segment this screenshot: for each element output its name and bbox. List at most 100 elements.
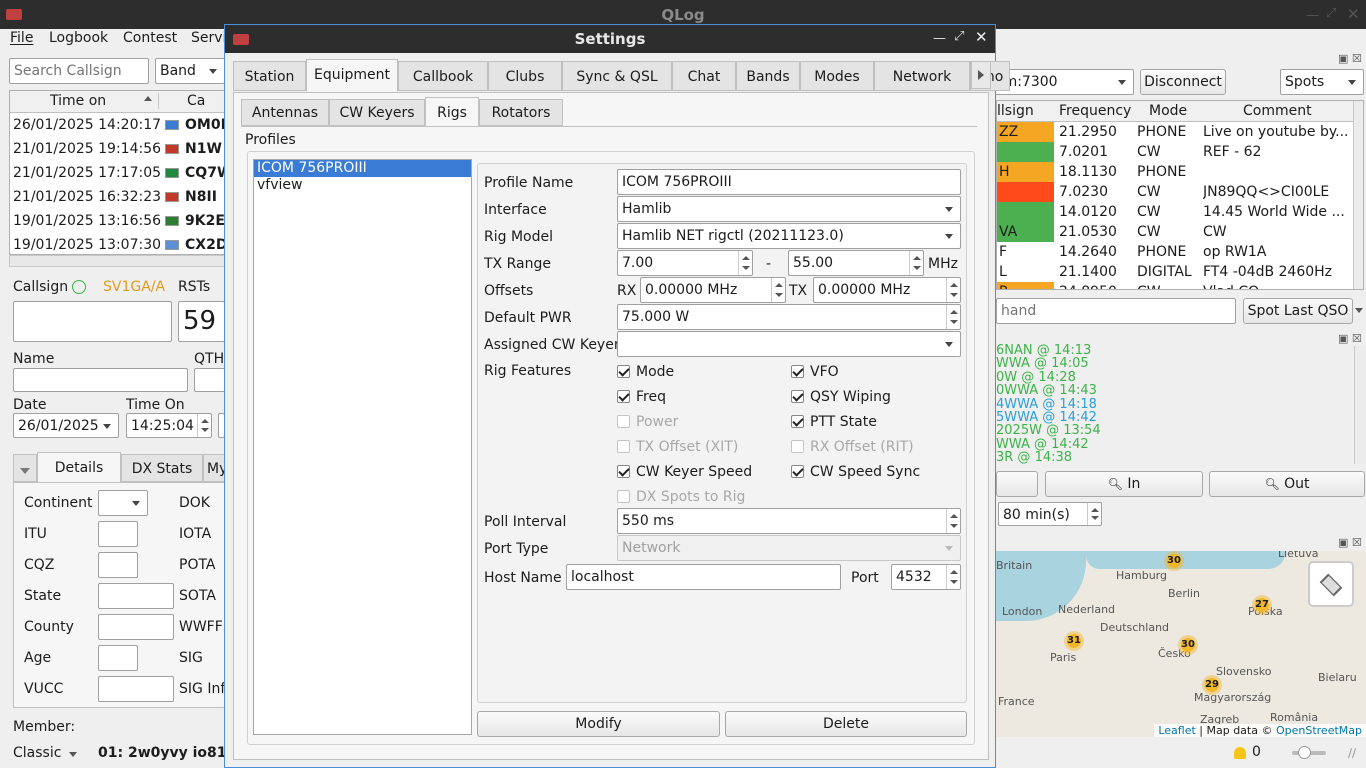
subtab-antennas[interactable]: Antennas	[241, 99, 329, 126]
spot-row[interactable]: VA 21.0530 CW CW	[997, 222, 1353, 242]
menu-contest[interactable]: Contest	[123, 30, 177, 46]
profile-item[interactable]: vfview	[254, 177, 471, 194]
detail-input-vucc[interactable]	[98, 676, 174, 702]
globe-icon[interactable]	[72, 280, 86, 294]
port-arrows[interactable]	[946, 565, 960, 589]
tab-station[interactable]: Station	[233, 61, 306, 91]
feature-qsy-wiping[interactable]: QSY Wiping	[791, 388, 891, 406]
search-input[interactable]	[9, 58, 149, 84]
feature-cw-speed-sync[interactable]: CW Speed Sync	[791, 463, 920, 481]
header-comment[interactable]: Comment	[1243, 103, 1312, 119]
feature-vfo[interactable]: VFO	[791, 363, 839, 381]
feature-freq[interactable]: Freq	[617, 388, 666, 406]
spot-cluster-marker[interactable]: 30	[1178, 635, 1198, 655]
header-mode[interactable]: Mode	[1149, 103, 1187, 119]
date-input[interactable]: 26/01/2025	[13, 413, 119, 438]
header-spot-callsign[interactable]: llsign	[997, 103, 1034, 119]
tab-my[interactable]: My	[203, 454, 225, 482]
log-hscrollbar[interactable]	[9, 255, 225, 267]
continent-select[interactable]	[98, 490, 148, 516]
header-callsign[interactable]: Ca	[158, 93, 205, 109]
tab-callbook[interactable]: Callbook	[398, 61, 488, 91]
spot-cluster-marker[interactable]: 27	[1252, 595, 1272, 615]
detail-input-county[interactable]	[98, 614, 174, 640]
spot-last-qso-button[interactable]: Spot Last QSO	[1243, 298, 1353, 324]
map-view[interactable]: LietuvaBritainHamburgBerlinNederlandPols…	[996, 551, 1366, 737]
dialog-minimize-icon[interactable]: —	[933, 31, 946, 46]
table-row[interactable]: 21/01/2025 19:14:56 N1W	[10, 137, 222, 161]
subtab-rotators[interactable]: Rotators	[479, 99, 563, 126]
table-row[interactable]: 21/01/2025 16:32:23 N8II	[10, 185, 217, 209]
tab-network[interactable]: Network	[874, 61, 970, 91]
tab-chat[interactable]: Chat	[672, 61, 736, 91]
tab-bands[interactable]: Bands	[736, 61, 800, 91]
resize-grip-icon[interactable]: ∕∕	[1348, 746, 1356, 760]
spot-row[interactable]: H 18.1130 PHONE	[997, 162, 1353, 182]
band-select[interactable]: Band	[155, 58, 225, 84]
rx-offset-arrows[interactable]	[771, 278, 785, 302]
menu-logbook[interactable]: Logbook	[49, 30, 108, 46]
spot-row[interactable]: 14.0120 CW 14.45 World Wide ...	[997, 202, 1353, 222]
menu-file[interactable]: File	[10, 30, 33, 46]
time-on-input[interactable]: 14:25:04	[126, 413, 212, 438]
header-time-on[interactable]: Time on	[50, 93, 106, 109]
panel-float-close-icon[interactable]: ▣ ☒	[1338, 52, 1362, 65]
modify-button[interactable]: Modify	[477, 711, 720, 737]
tab-sync-qsl[interactable]: Sync & QSL	[562, 61, 672, 91]
interval-spin-arrows[interactable]	[1087, 503, 1101, 525]
header-frequency[interactable]: Frequency	[1059, 103, 1131, 119]
cw-keyer-select[interactable]	[617, 331, 961, 357]
profile-item[interactable]: ICOM 756PROIII	[254, 160, 471, 177]
member-chevron-icon[interactable]	[69, 752, 77, 757]
poll-interval-arrows[interactable]	[946, 509, 960, 533]
zoom-out-button[interactable]: 🔍︎ Out	[1209, 471, 1365, 497]
profile-name-input[interactable]: ICOM 756PROIII	[617, 169, 961, 195]
tab-details[interactable]: Details	[37, 452, 121, 483]
map-panel-float-close-icon[interactable]: ▣ ☒	[1338, 536, 1362, 549]
detail-input-age[interactable]	[98, 645, 138, 671]
name-input[interactable]	[13, 368, 188, 392]
maximize-icon[interactable]: ⤢	[1326, 6, 1336, 21]
detail-input-cqz[interactable]	[98, 552, 138, 578]
host-name-input[interactable]: localhost	[566, 564, 841, 590]
disconnect-button[interactable]: Disconnect	[1140, 69, 1226, 95]
spot-action-button[interactable]	[996, 471, 1038, 497]
spot-row[interactable]: P 24.8950 CW Vlad CQ	[997, 282, 1353, 289]
qth-input[interactable]	[194, 368, 225, 392]
spot-cluster-marker[interactable]: 31	[1064, 631, 1084, 651]
tx-offset-input[interactable]: 0.00000 MHz	[813, 277, 961, 303]
spot-row[interactable]: ZZ 21.2950 PHONE Live on youtube by...	[997, 122, 1353, 142]
time-spin-arrows[interactable]	[197, 414, 211, 437]
table-row[interactable]: 21/01/2025 17:17:05 CQ7W	[10, 161, 224, 185]
tx-from-arrows[interactable]	[738, 251, 752, 275]
spot-cluster-marker[interactable]: 30	[1164, 551, 1184, 571]
spots-vscrollbar[interactable]	[1353, 101, 1363, 289]
feature-ptt-state[interactable]: PTT State	[791, 413, 877, 431]
spots-select[interactable]: Spots	[1280, 69, 1364, 95]
menu-service[interactable]: Servi	[191, 30, 226, 46]
default-pwr-input[interactable]: 75.000 W	[617, 304, 961, 330]
spot-row[interactable]: L 21.1400 DIGITAL FT4 -04dB 2460Hz	[997, 262, 1353, 282]
interval-spinbox[interactable]: 80 min(s)	[998, 502, 1102, 526]
table-row[interactable]: 19/01/2025 13:16:56 9K2ES	[10, 209, 224, 233]
subtab-rigs[interactable]: Rigs	[425, 97, 479, 127]
table-row[interactable]: 26/01/2025 14:20:17 OM0E	[10, 113, 224, 137]
rx-offset-input[interactable]: 0.00000 MHz	[640, 277, 786, 303]
tx-offset-arrows[interactable]	[946, 278, 960, 302]
minimize-icon[interactable]: —	[1306, 8, 1319, 23]
rst-sent-input[interactable]: 59	[178, 301, 225, 342]
osm-link[interactable]: OpenStreetMap	[1276, 724, 1362, 737]
feature-cw-keyer-speed[interactable]: CW Keyer Speed	[617, 463, 752, 481]
tab-dx-stats[interactable]: DX Stats	[121, 454, 203, 482]
zoom-in-button[interactable]: 🔍︎ In	[1045, 471, 1203, 497]
callsign-input[interactable]	[13, 301, 172, 342]
spot-row[interactable]: F 14.2640 PHONE op RW1A	[997, 242, 1353, 262]
dialog-maximize-icon[interactable]: ⤢	[954, 29, 964, 44]
rig-model-select[interactable]: Hamlib NET rigctl (20211123.0)	[617, 223, 961, 249]
tab-equipment[interactable]: Equipment	[306, 59, 398, 92]
leaflet-link[interactable]: Leaflet	[1158, 724, 1195, 737]
spot-row[interactable]: 7.0230 CW JN89QQ<>CI00LE	[997, 182, 1353, 202]
chat-vscrollbar[interactable]	[1354, 346, 1366, 464]
close-icon[interactable]: ✕	[1347, 5, 1360, 23]
command-input[interactable]	[996, 298, 1236, 324]
